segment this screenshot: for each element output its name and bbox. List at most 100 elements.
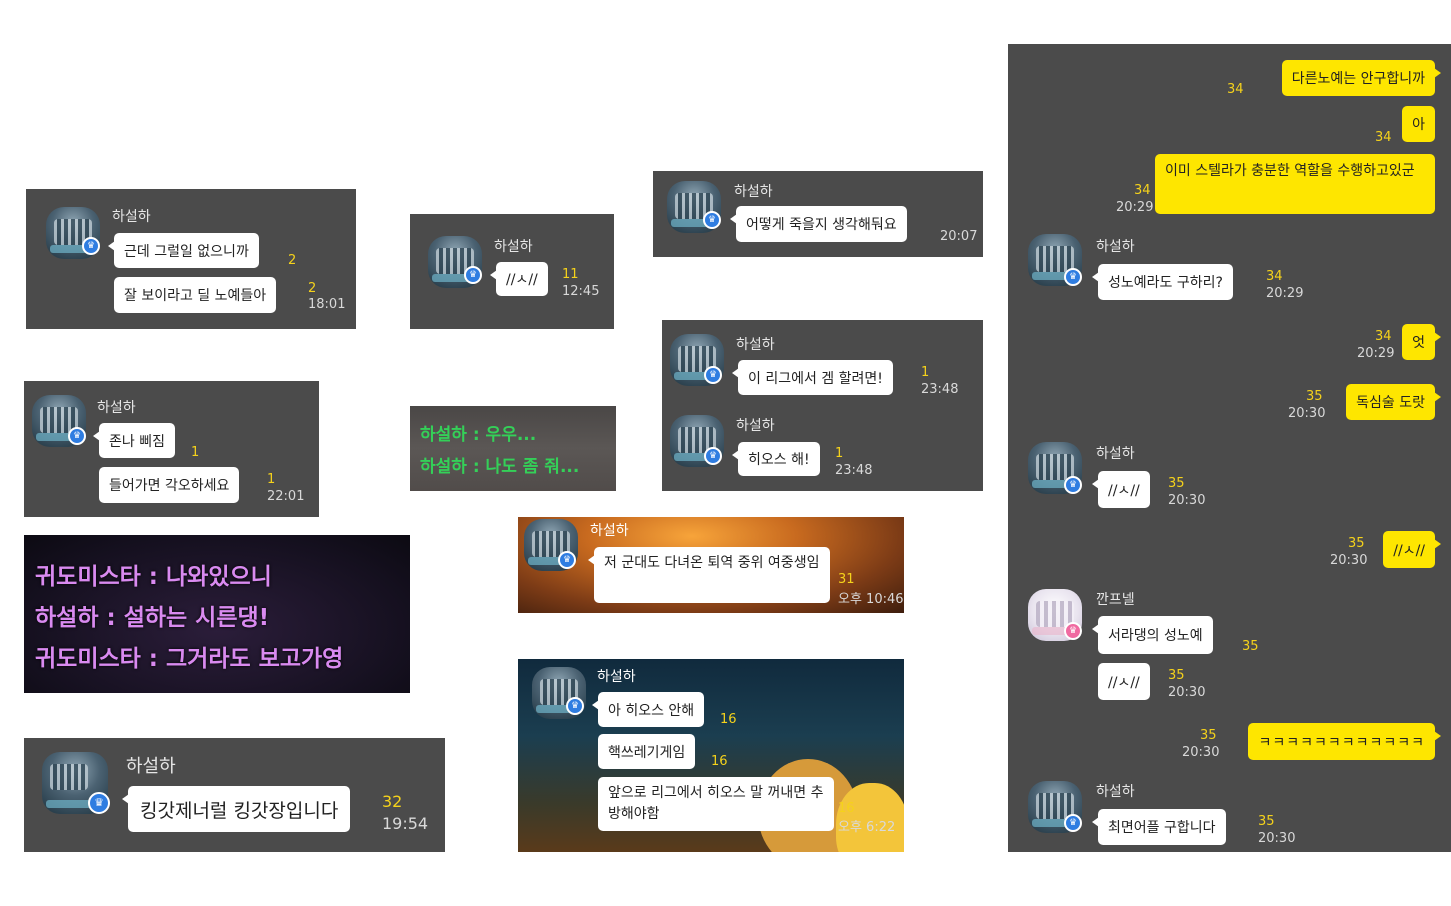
- chat-panel-1: ♛ 하설하 근데 그럴일 없으니까 2 잘 보이라고 딜 노예들아 2 18:0…: [26, 189, 356, 329]
- unread-count: 34: [1134, 183, 1151, 198]
- crown-icon: ♛: [558, 551, 576, 569]
- message-time: 20:30: [1258, 831, 1296, 846]
- crown-icon: ♛: [566, 697, 584, 715]
- message-bubble[interactable]: 앞으로 리그에서 히오스 말 꺼내면 추방해야함: [598, 777, 834, 831]
- unread-count: 34: [1375, 130, 1392, 145]
- unread-count: 2: [308, 281, 317, 296]
- message-bubble[interactable]: 성노예라도 구하리?: [1092, 264, 1233, 300]
- crown-icon: ♛: [68, 427, 86, 445]
- sender-name: 하설하: [590, 523, 629, 539]
- message-bubble[interactable]: 이 리그에서 겜 할려면!: [732, 360, 893, 395]
- unread-count: 35: [1242, 639, 1259, 654]
- message-bubble[interactable]: 히오스 해!: [732, 442, 820, 476]
- sender-name: 하설하: [736, 418, 775, 434]
- message-time: 20:30: [1182, 745, 1220, 760]
- message-time: 오후 6:22: [838, 820, 896, 835]
- unread-count: 34: [1375, 329, 1392, 344]
- unread-count: 16: [720, 712, 737, 727]
- message-time: 20:30: [1168, 685, 1206, 700]
- message-time: 23:48: [921, 382, 959, 397]
- message-time: 20:30: [1330, 553, 1368, 568]
- sender-name: 하설하: [1096, 446, 1135, 462]
- unread-count: 1: [191, 445, 200, 460]
- my-message-bubble[interactable]: 독심술 도랏: [1346, 384, 1441, 420]
- crown-icon: ♛: [1064, 476, 1082, 494]
- crown-icon: ♛: [704, 447, 722, 465]
- sender-name: 하설하: [1096, 784, 1135, 800]
- message-time: 20:29: [1116, 200, 1154, 215]
- message-bubble[interactable]: 존나 삐짐: [93, 423, 175, 458]
- game-chat-snippet-1: 하설하 : 우우... 하설하 : 나도 좀 줘...: [410, 406, 616, 491]
- game-chat-line: 하설하 : 나도 좀 줘...: [420, 457, 580, 477]
- my-message-bubble[interactable]: //ㅅ//: [1383, 531, 1441, 568]
- crown-icon: ♛: [1064, 622, 1082, 640]
- sender-name: 하설하: [112, 209, 151, 225]
- sender-name: 하설하: [97, 400, 136, 416]
- unread-count: 1: [835, 446, 844, 461]
- message-time: 20:07: [940, 229, 978, 244]
- unread-count: 35: [1200, 728, 1217, 743]
- unread-count: 16: [711, 754, 728, 769]
- game-chat-line: 하설하 : 우우...: [420, 425, 537, 445]
- sender-name: 하설하: [126, 756, 176, 777]
- unread-count: 11: [562, 267, 579, 282]
- message-bubble[interactable]: 서라댕의 성노예: [1092, 616, 1213, 654]
- message-bubble[interactable]: 어떻게 죽을지 생각해둬요: [730, 206, 907, 242]
- main-chat-panel[interactable]: 다른노예는 안구합니까 34 아 34 이미 스텔라가 충분한 역할을 수행하고…: [1008, 44, 1451, 852]
- message-bubble[interactable]: 근데 그럴일 없으니까: [108, 233, 259, 268]
- my-message-bubble[interactable]: 엇: [1402, 324, 1441, 360]
- message-time: 20:29: [1266, 286, 1304, 301]
- my-message-bubble[interactable]: 이미 스텔라가 충분한 역할을 수행하고있군: [1155, 154, 1435, 214]
- unread-count: 31: [838, 572, 855, 587]
- crown-icon: ♛: [82, 237, 100, 255]
- my-message-bubble[interactable]: ㅋㅋㅋㅋㅋㅋㅋㅋㅋㅋㅋㅋ: [1248, 723, 1441, 760]
- message-bubble[interactable]: 핵쓰레기게임: [598, 734, 696, 769]
- unread-count: 16: [838, 801, 855, 816]
- message-bubble[interactable]: //ㅅ//: [490, 262, 548, 296]
- chat-panel-5: ♛ 하설하 이 리그에서 겜 할려면! 1 23:48 ♛ 하설하 히오스 해!…: [662, 320, 983, 491]
- unread-count: 35: [1168, 668, 1185, 683]
- my-message-bubble[interactable]: 다른노예는 안구합니까: [1281, 60, 1442, 96]
- game-chat-line: 귀도미스타 : 나와있으니: [35, 564, 272, 590]
- crown-icon: ♛: [703, 211, 721, 229]
- message-bubble[interactable]: 잘 보이라고 딜 노예들아: [114, 277, 277, 313]
- crown-icon: ♛: [704, 366, 722, 384]
- unread-count: 1: [921, 365, 930, 380]
- message-time: 20:30: [1288, 406, 1326, 421]
- message-bubble[interactable]: 아 히오스 안해: [591, 692, 705, 727]
- message-time: 20:30: [1168, 493, 1206, 508]
- sender-name: 하설하: [1096, 239, 1135, 255]
- message-time: 23:48: [835, 463, 873, 478]
- message-bubble[interactable]: //ㅅ//: [1098, 663, 1150, 700]
- crown-icon: ♛: [464, 266, 482, 284]
- message-bubble[interactable]: 킹갓제너럴 킹갓장입니다: [121, 786, 351, 832]
- sender-name: 하설하: [597, 669, 636, 685]
- message-bubble[interactable]: 저 군대도 다녀온 퇴역 중위 여중생임: [588, 547, 830, 603]
- message-time: 19:54: [382, 814, 429, 833]
- chat-panel-8: ♛ 하설하 아 히오스 안해 16 핵쓰레기게임 16 앞으로 리그에서 히오스…: [518, 659, 904, 852]
- sender-name: 하설하: [494, 239, 533, 255]
- unread-count: 34: [1266, 269, 1283, 284]
- chat-panel-2: ♛ 하설하 //ㅅ// 11 12:45: [410, 214, 614, 329]
- sender-name: 하설하: [734, 184, 773, 200]
- crown-icon: ♛: [1064, 268, 1082, 286]
- message-time: 20:29: [1357, 346, 1395, 361]
- my-message-bubble[interactable]: 아: [1402, 106, 1435, 142]
- game-chat-snippet-2: 귀도미스타 : 나와있으니 하설하 : 설하는 시른댕! 귀도미스타 : 그거라…: [24, 535, 410, 693]
- unread-count: 2: [288, 253, 297, 268]
- game-chat-line: 하설하 : 설하는 시른댕!: [35, 605, 270, 631]
- message-time: 오후 10:46: [838, 592, 904, 607]
- crown-icon: ♛: [1064, 814, 1082, 832]
- message-bubble[interactable]: 최면어플 구합니다: [1092, 809, 1226, 845]
- message-time: 22:01: [267, 489, 305, 504]
- message-time: 18:01: [308, 297, 346, 312]
- message-bubble[interactable]: 들어가면 각오하세요: [99, 467, 240, 503]
- message-bubble[interactable]: //ㅅ//: [1092, 471, 1150, 508]
- chat-panel-4: ♛ 하설하 존나 삐짐 1 들어가면 각오하세요 1 22:01: [24, 381, 319, 517]
- unread-count: 34: [1227, 82, 1244, 97]
- unread-count: 35: [1306, 389, 1323, 404]
- game-chat-line: 귀도미스타 : 그거라도 보고가영: [35, 646, 344, 672]
- chat-panel-6: ♛ 하설하 저 군대도 다녀온 퇴역 중위 여중생임 31 오후 10:46: [518, 517, 904, 613]
- crown-icon: ♛: [88, 792, 110, 814]
- message-time: 12:45: [562, 284, 600, 299]
